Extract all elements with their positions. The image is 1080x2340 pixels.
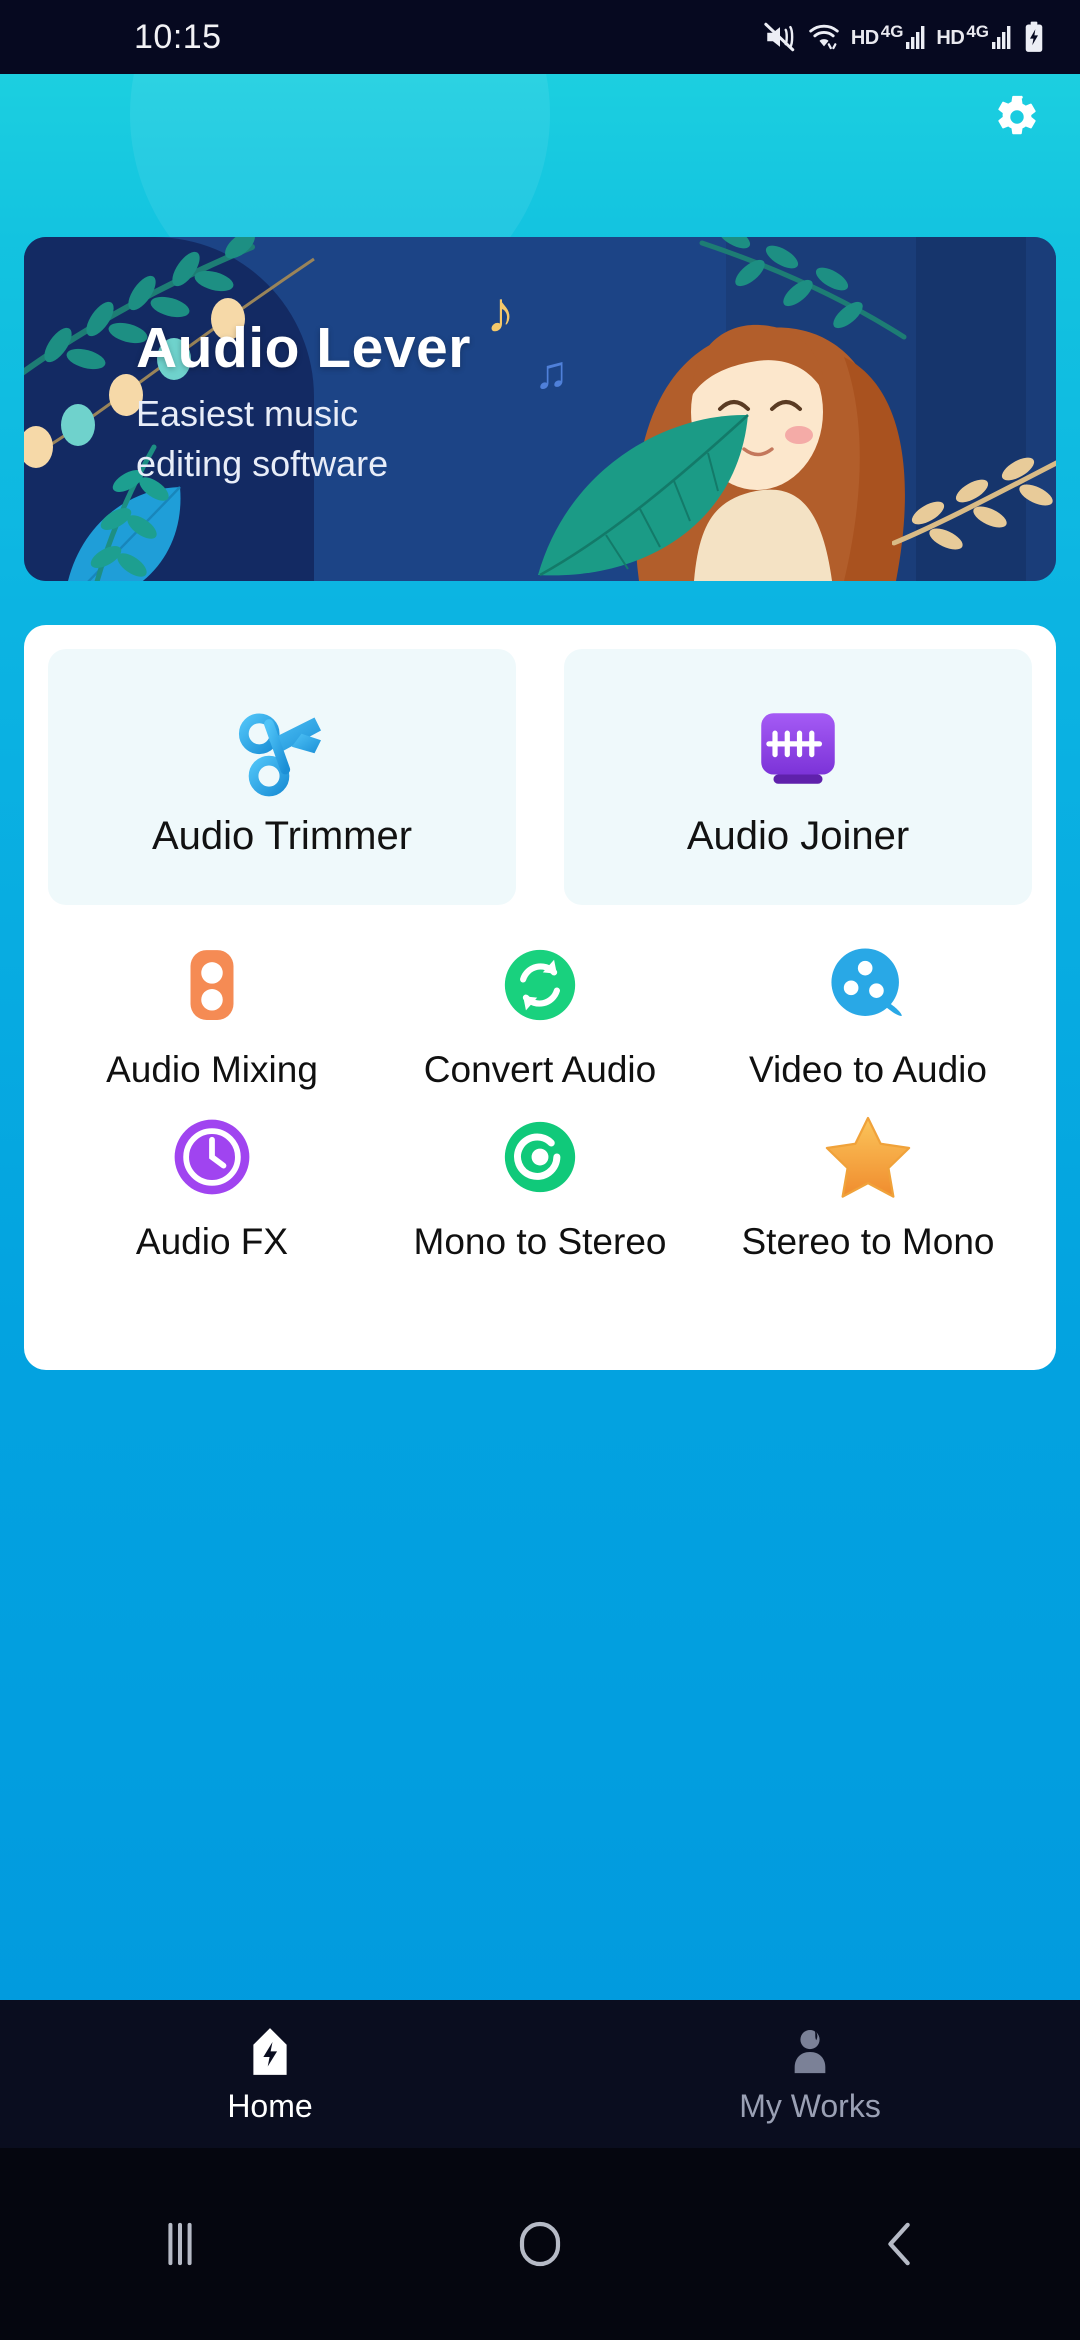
person-icon	[787, 2024, 833, 2080]
tool-label: Convert Audio	[423, 1049, 657, 1090]
bolt-home-icon	[245, 2024, 295, 2080]
scissors-icon	[230, 696, 334, 804]
home-circle-icon	[519, 2221, 561, 2267]
hd-label-2: HD	[936, 27, 965, 49]
banner-leaf-large-icon	[538, 414, 749, 577]
nav-item-my-works[interactable]: My Works	[540, 2000, 1080, 2148]
banner-vine-right-icon	[699, 237, 907, 340]
home-button[interactable]	[360, 2218, 720, 2270]
status-bar-clock: 10:15	[134, 17, 222, 56]
recents-icon	[168, 2222, 192, 2266]
back-chevron-icon	[888, 2222, 910, 2266]
tools-card: Audio Trimmer Audio Joiner Audio Mixing …	[24, 625, 1056, 1370]
tool-label: Mono to Stereo	[413, 1221, 667, 1262]
music-note-icon: ♪	[486, 280, 515, 345]
battery-charging-icon	[1025, 21, 1043, 52]
joiner-icon	[749, 696, 847, 804]
recents-button[interactable]	[0, 2219, 360, 2269]
banner-subtitle: Easiest music editing software	[136, 393, 389, 484]
gear-icon[interactable]	[994, 94, 1040, 140]
promo-banner[interactable]: ♪ ♫ Audio Lever Easiest music editing so…	[24, 237, 1056, 581]
back-button[interactable]	[720, 2218, 1080, 2270]
tool-convert-audio[interactable]: Convert Audio	[376, 927, 704, 1091]
nav-label: Home	[227, 2087, 313, 2124]
nav-item-home[interactable]: Home	[0, 2000, 540, 2148]
fx-clock-icon	[166, 1107, 258, 1207]
network-label-1: 4G	[880, 22, 904, 41]
tool-audio-fx[interactable]: Audio FX	[48, 1099, 376, 1263]
sim1-status: HD 4G	[850, 22, 928, 50]
banner-title: Audio Lever	[136, 316, 471, 380]
tool-label: Video to Audio	[749, 1049, 987, 1090]
tool-label: Stereo to Mono	[741, 1221, 995, 1262]
bottom-navigation: Home My Works	[0, 2000, 1080, 2148]
featured-tools-row: Audio Trimmer Audio Joiner	[48, 649, 1032, 905]
sim2-status: HD 4G	[936, 22, 1013, 50]
wifi-icon	[809, 24, 839, 50]
tools-grid: Audio Mixing Convert Audio Video to Audi…	[48, 927, 1032, 1263]
mute-icon	[764, 22, 795, 52]
tool-label: Audio Trimmer	[151, 813, 413, 858]
mono-stereo-icon	[495, 1107, 585, 1207]
nav-label: My Works	[739, 2087, 881, 2124]
mixer-icon	[169, 935, 255, 1035]
tool-stereo-to-mono[interactable]: Stereo to Mono	[704, 1099, 1032, 1263]
film-reel-icon	[823, 935, 913, 1035]
app-header	[0, 74, 1080, 160]
tool-label: Audio Mixing	[106, 1049, 318, 1090]
tool-video-to-audio[interactable]: Video to Audio	[704, 927, 1032, 1091]
tool-mono-to-stereo[interactable]: Mono to Stereo	[376, 1099, 704, 1263]
signal-icon	[906, 26, 925, 49]
music-note-icon-2: ♫	[534, 346, 569, 398]
tool-label: Audio FX	[135, 1221, 289, 1262]
star-icon	[820, 1107, 916, 1207]
system-navigation-bar	[0, 2148, 1080, 2340]
banner-wheat-icon	[892, 457, 1056, 550]
tool-audio-mixing[interactable]: Audio Mixing	[48, 927, 376, 1091]
tool-audio-trimmer[interactable]: Audio Trimmer	[48, 649, 516, 905]
status-bar: 10:15 HD 4G HD 4G	[0, 0, 1080, 74]
tool-label: Audio Joiner	[686, 813, 910, 858]
convert-icon	[495, 935, 585, 1035]
tool-audio-joiner[interactable]: Audio Joiner	[564, 649, 1032, 905]
status-bar-icons: HD 4G HD 4G	[763, 20, 1046, 54]
hd-label-1: HD	[850, 27, 879, 49]
signal-icon-2	[992, 26, 1011, 49]
network-label-2: 4G	[966, 22, 989, 41]
